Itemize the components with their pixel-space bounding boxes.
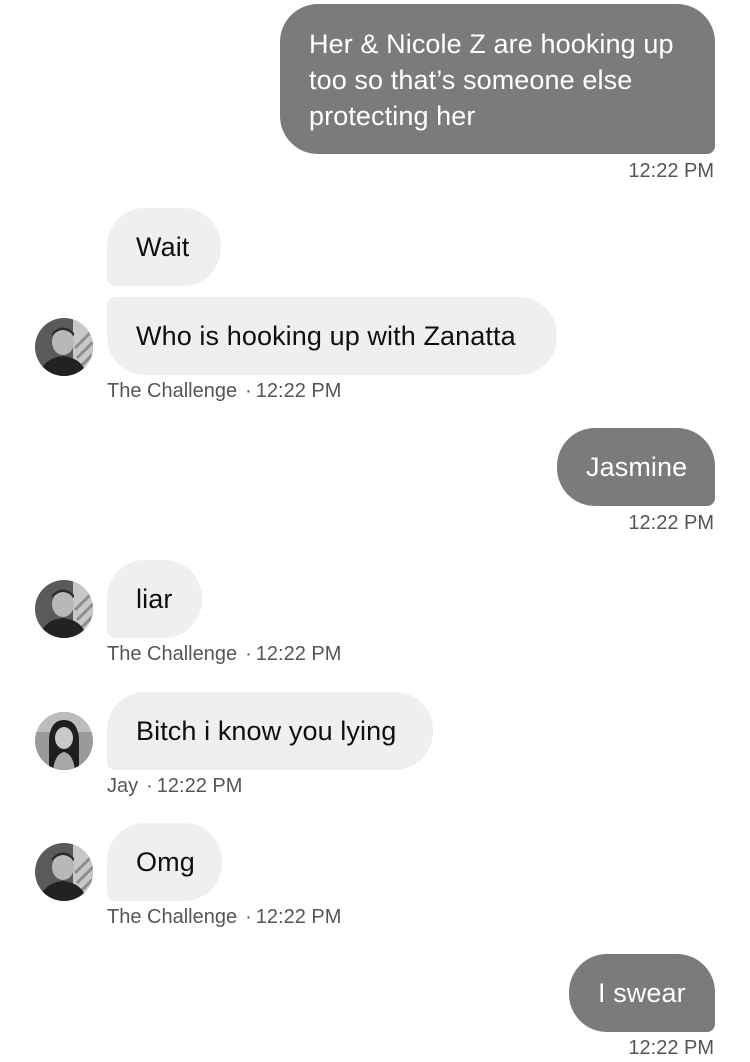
meta-separator: · — [245, 380, 252, 402]
message-timestamp: 12:22 PM — [628, 160, 714, 182]
person-avatar-icon — [35, 843, 93, 901]
message-text: I swear — [598, 978, 686, 1008]
message-text: Omg — [136, 847, 195, 877]
message-timestamp: 12:22 PM — [628, 512, 714, 534]
message-meta: The Challenge · 12:22 PM — [107, 643, 341, 666]
sent-message-bubble[interactable]: I swear — [569, 954, 715, 1032]
person-avatar-icon — [35, 712, 93, 770]
message-text: Who is hooking up with Zanatta — [136, 321, 516, 351]
challenge-avatar[interactable] — [35, 843, 93, 901]
message-text: liar — [136, 584, 173, 614]
challenge-avatar[interactable] — [35, 580, 93, 638]
message-timestamp: 12:22 PM — [255, 906, 342, 928]
person-avatar-icon — [35, 580, 93, 638]
received-message-bubble[interactable]: liar — [107, 560, 202, 638]
message-timestamp: 12:22 PM — [156, 775, 243, 797]
received-message-bubble[interactable]: Who is hooking up with Zanatta — [107, 297, 557, 375]
received-message-bubble[interactable]: Omg — [107, 823, 222, 901]
received-message-bubble[interactable]: Wait — [107, 208, 221, 286]
jay-avatar[interactable] — [35, 712, 93, 770]
message-text: Jasmine — [586, 452, 688, 482]
challenge-avatar[interactable] — [35, 318, 93, 376]
message-text-line: protecting her — [309, 101, 476, 131]
sent-message-bubble[interactable]: Jasmine — [557, 428, 715, 506]
message-timestamp: 12:22 PM — [255, 380, 342, 402]
sender-name: The Challenge — [107, 643, 238, 665]
received-message-bubble[interactable]: Bitch i know you lying — [107, 692, 433, 770]
message-meta: The Challenge · 12:22 PM — [107, 380, 341, 403]
sent-message-bubble[interactable]: Her & Nicole Z are hooking up too so tha… — [280, 4, 715, 154]
meta-separator: · — [245, 643, 252, 665]
message-timestamp: 12:22 PM — [255, 643, 342, 665]
message-text: Bitch i know you lying — [136, 716, 397, 746]
sender-name: The Challenge — [107, 906, 238, 928]
message-timestamp: 12:22 PM — [628, 1037, 714, 1059]
sender-name: Jay — [107, 775, 139, 797]
message-text: Wait — [136, 232, 190, 262]
message-meta: The Challenge · 12:22 PM — [107, 906, 341, 929]
message-text-line: Her & Nicole Z are hooking up — [309, 29, 674, 59]
sender-name: The Challenge — [107, 380, 238, 402]
message-meta: Jay · 12:22 PM — [107, 775, 242, 798]
meta-separator: · — [245, 906, 252, 928]
message-text-line: too so that’s someone else — [309, 65, 633, 95]
person-avatar-icon — [35, 318, 93, 376]
meta-separator: · — [146, 775, 153, 797]
